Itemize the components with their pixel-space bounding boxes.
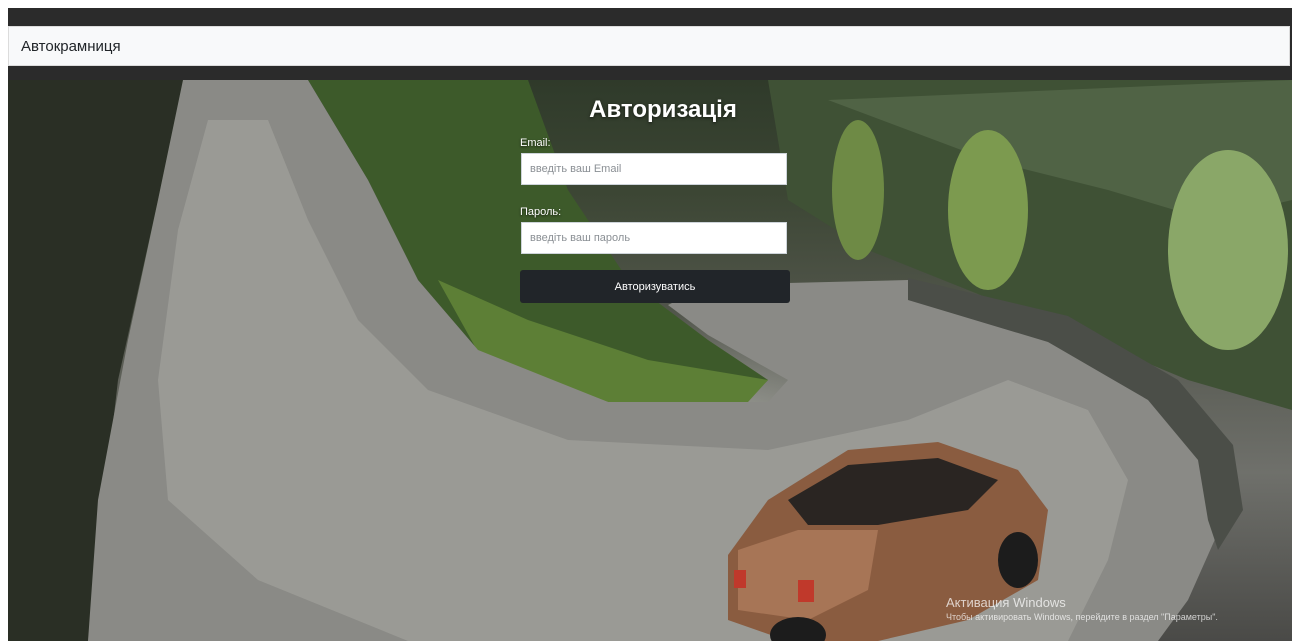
brand-link[interactable]: Автокрамниця xyxy=(21,38,121,55)
login-button[interactable]: Авторизуватись xyxy=(520,270,790,303)
background-photo: Авторизація Email: Пароль: Авторизуватис… xyxy=(8,80,1292,641)
activation-subtitle: Чтобы активировать Windows, перейдите в … xyxy=(946,612,1218,622)
email-input[interactable] xyxy=(521,153,787,185)
email-label: Email: xyxy=(520,137,551,149)
navbar: Автокрамниця xyxy=(8,26,1290,66)
login-title: Авторизація xyxy=(589,96,737,123)
activation-title: Активация Windows xyxy=(946,595,1066,610)
password-label: Пароль: xyxy=(520,206,562,218)
app-window: Автокрамниця Авторизація Email: введіть … xyxy=(8,8,1292,641)
windows-activation-watermark: Активация Windows Чтобы активировать Win… xyxy=(946,595,1286,622)
login-form: Авторизація Email: Пароль: Авторизуватис… xyxy=(8,80,1292,641)
password-input[interactable] xyxy=(521,222,787,254)
